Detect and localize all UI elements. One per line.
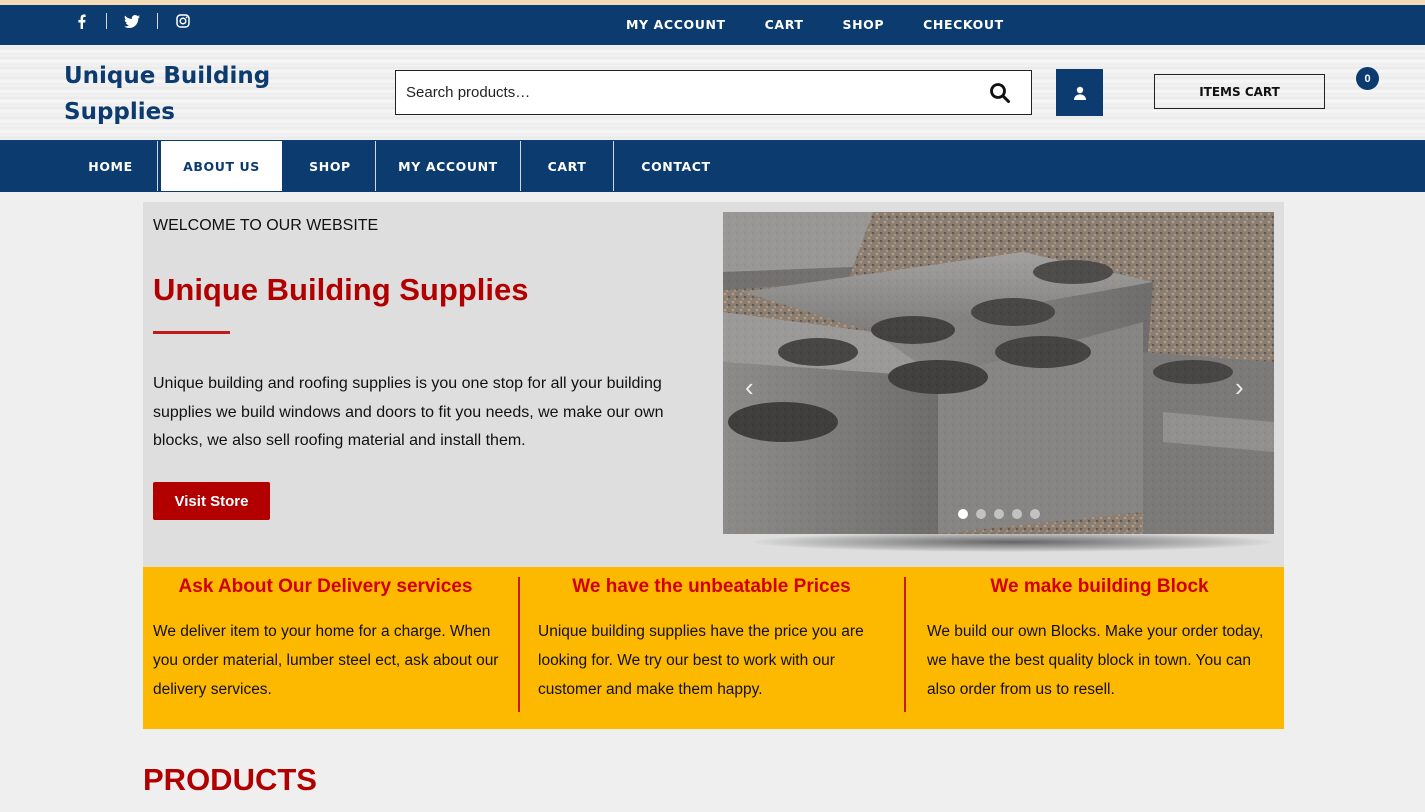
instagram-icon[interactable] [170,12,196,30]
items-cart-button[interactable]: ITEMS CART [1154,74,1325,109]
slider-dot[interactable] [1012,509,1022,519]
cart-count-badge[interactable]: 0 [1356,67,1379,90]
slider-next-icon[interactable]: › [1235,372,1244,403]
feature-divider [518,577,520,712]
products-heading: PRODUCTS [143,762,317,797]
features-strip: Ask About Our Delivery services We deliv… [143,567,1284,729]
nav-item-contact[interactable]: CONTACT [614,141,738,191]
hero-description: Unique building and roofing supplies is … [153,375,664,449]
nav-item-my-account[interactable]: MY ACCOUNT [376,141,520,191]
social-links [68,12,196,30]
account-button[interactable] [1056,69,1103,116]
social-divider [106,13,107,29]
slider-dot[interactable] [994,509,1004,519]
top-nav-my-account[interactable]: MY ACCOUNT [626,17,726,32]
feature-delivery: Ask About Our Delivery services We deliv… [143,567,508,729]
top-nav: MY ACCOUNT CART SHOP CHECKOUT [626,17,1043,32]
site-header: Unique Building Supplies ITEMS CART 0 [0,45,1425,140]
feature-prices: We have the unbeatable Prices Unique bui… [529,567,894,729]
hero-section: WELCOME TO OUR WEBSITE Unique Building S… [143,202,1284,567]
feature-title: Ask About Our Delivery services [178,576,473,597]
nav-item-cart[interactable]: CART [521,141,613,191]
search-icon[interactable] [989,82,1011,104]
top-bar: MY ACCOUNT CART SHOP CHECKOUT [0,5,1425,45]
hero-title: Unique Building Supplies [153,272,529,307]
social-divider [157,13,158,29]
feature-title: We make building Block [990,576,1209,597]
slider-shadow [753,532,1273,552]
site-logo[interactable]: Unique Building Supplies [64,58,324,130]
feature-text: Unique building supplies have the price … [538,623,864,698]
feature-title: We have the unbeatable Prices [572,576,851,597]
nav-item-shop[interactable]: SHOP [285,141,375,191]
slider-dot[interactable] [976,509,986,519]
feature-blocks: We make building Block We build our own … [915,567,1284,729]
slider-dots [958,509,1040,519]
nav-divider [157,141,158,191]
feature-divider [904,577,906,712]
feature-text: We build our own Blocks. Make your order… [927,623,1264,698]
facebook-icon[interactable] [68,12,94,30]
top-nav-checkout[interactable]: CHECKOUT [923,17,1004,32]
search-bar [395,70,1032,115]
nav-item-about-us[interactable]: ABOUT US [161,141,282,191]
feature-text: We deliver item to your home for a charg… [153,623,499,698]
search-input[interactable] [396,71,956,114]
slider-dot[interactable] [958,509,968,519]
title-underline [153,331,230,334]
top-nav-cart[interactable]: CART [765,17,804,32]
top-nav-shop[interactable]: SHOP [842,17,884,32]
nav-item-home[interactable]: HOME [64,141,157,191]
cinder-blocks-image [723,212,1274,534]
welcome-text: WELCOME TO OUR WEBSITE [153,217,379,234]
user-icon [1073,86,1086,100]
slider-dot[interactable] [1030,509,1040,519]
slider-prev-icon[interactable]: ‹ [745,372,754,403]
main-nav: HOME ABOUT US SHOP MY ACCOUNT CART CONTA… [0,140,1425,192]
twitter-icon[interactable] [119,12,145,30]
visit-store-button[interactable]: Visit Store [153,482,270,520]
hero-slider-image: ‹ › [723,212,1274,534]
